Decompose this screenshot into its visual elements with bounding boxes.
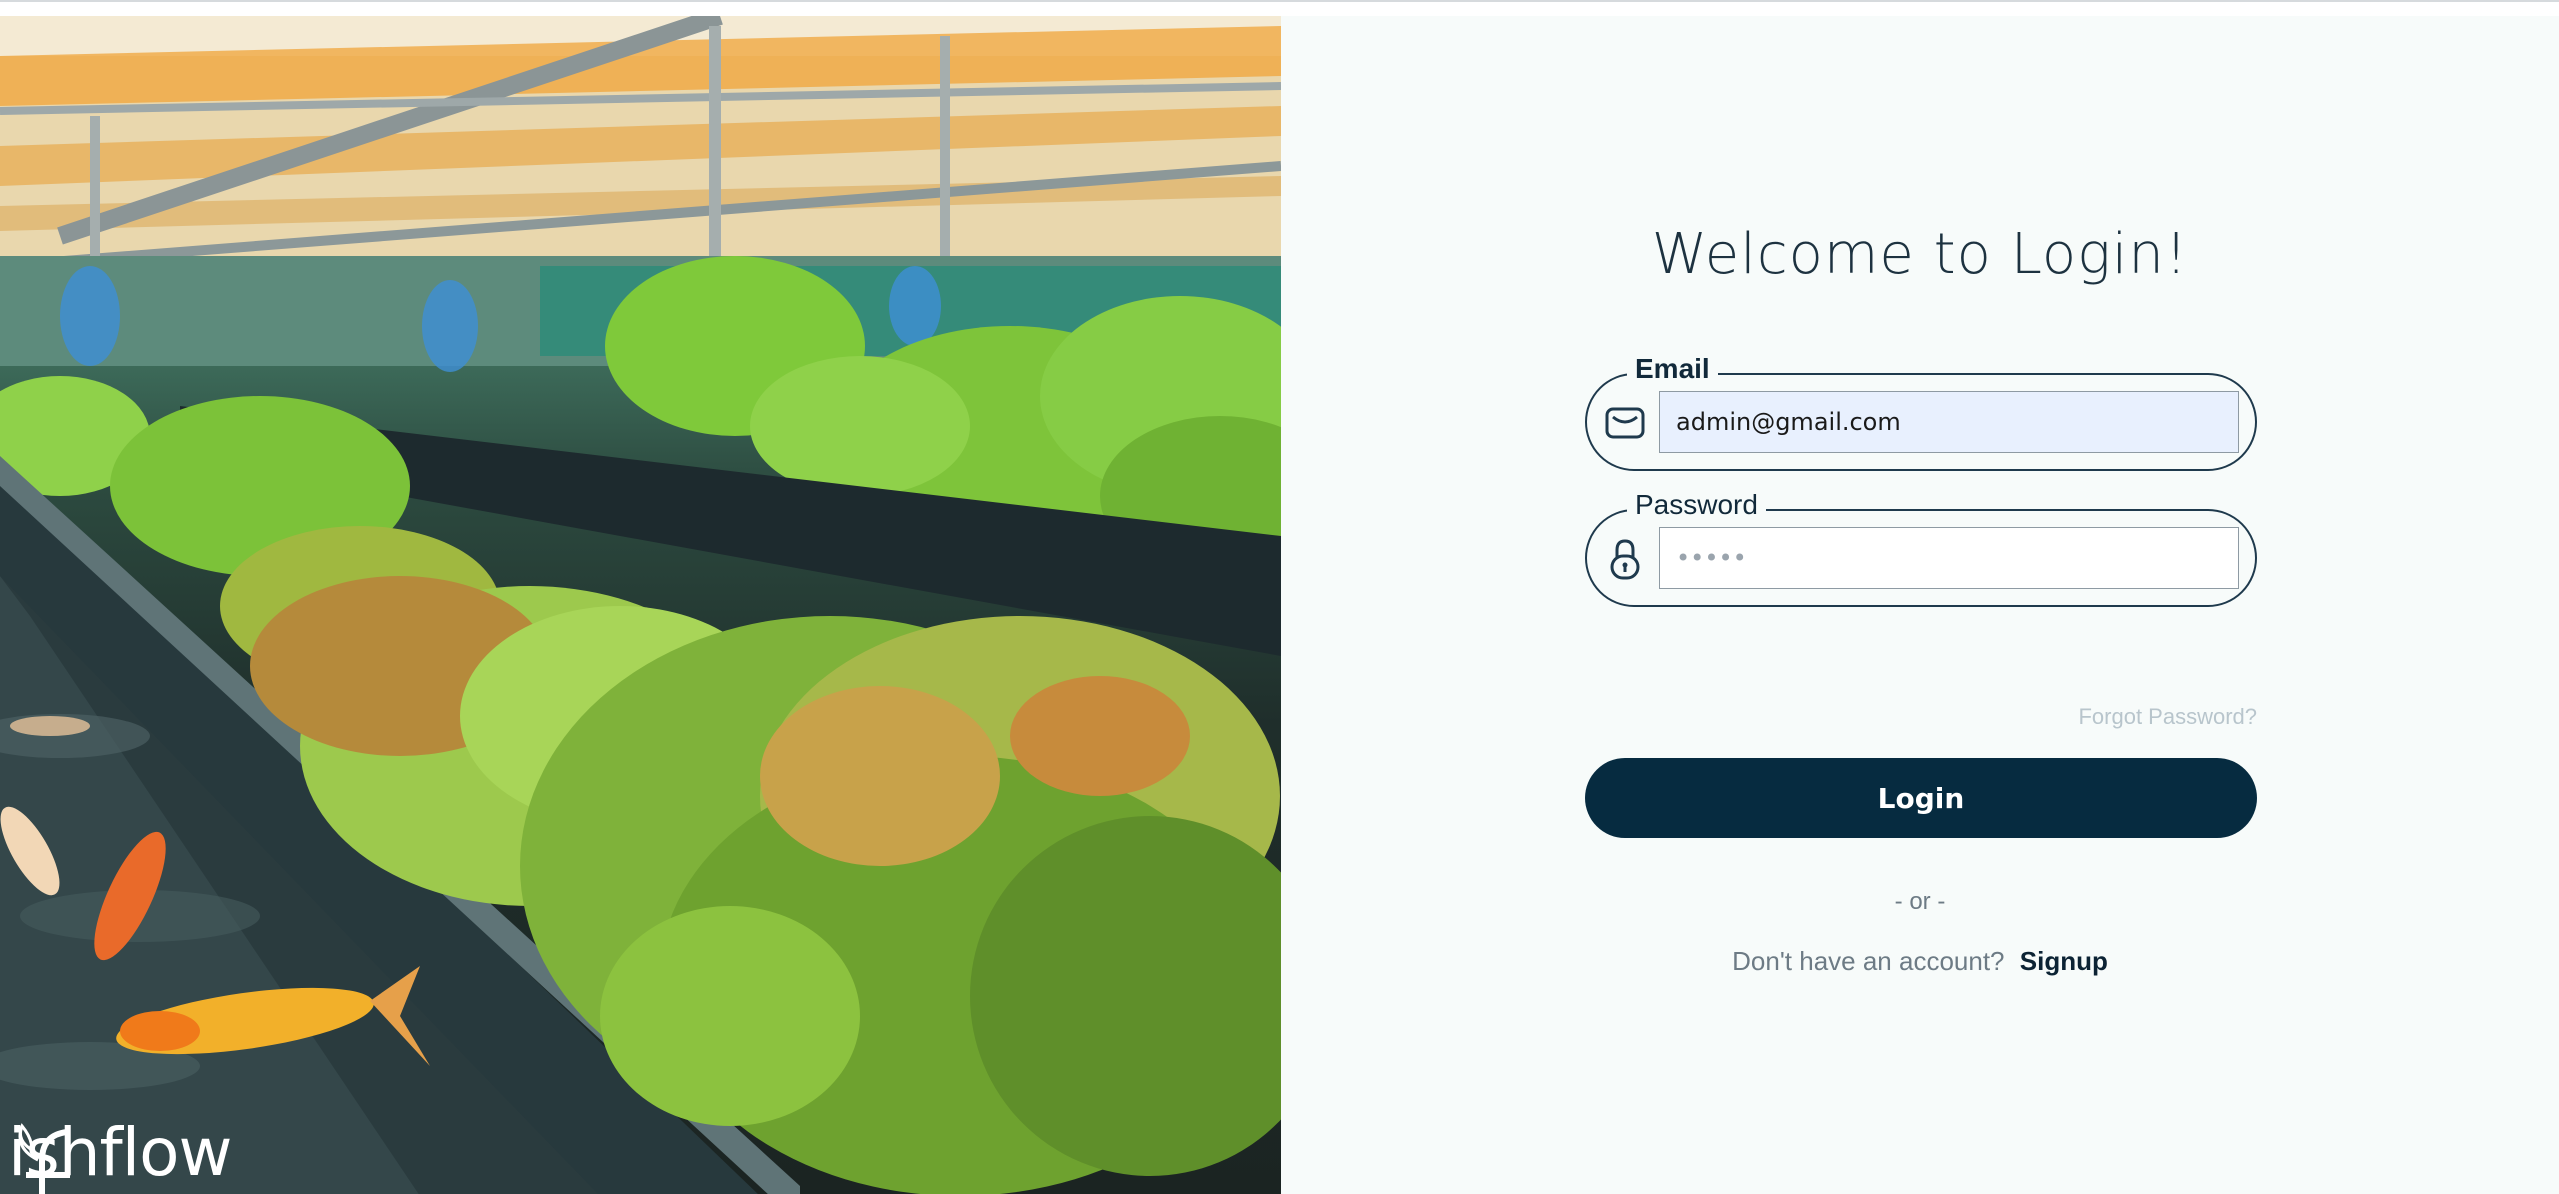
email-label: Email	[1627, 353, 1718, 385]
signup-prompt: Don't have an account?	[1732, 946, 2005, 976]
login-button[interactable]: Login	[1585, 758, 2257, 838]
login-page: ishflow Welcome to Login! Email Password	[0, 0, 2559, 1194]
password-fieldset: Password	[1585, 489, 2257, 607]
password-input[interactable]	[1659, 527, 2239, 589]
email-fieldset: Email	[1585, 353, 2257, 471]
hero-image: ishflow	[0, 16, 1281, 1194]
signup-row: Don't have an account? Signup	[1281, 946, 2559, 977]
fish-f-logo-icon	[18, 1123, 70, 1194]
forgot-password-link[interactable]: Forgot Password?	[1585, 704, 2257, 730]
padlock-icon	[1610, 539, 1640, 580]
aquaponics-scene	[0, 16, 1281, 1194]
signup-link[interactable]: Signup	[2020, 946, 2108, 976]
or-separator: - or -	[1894, 888, 1946, 915]
envelope-icon	[1605, 407, 1645, 439]
login-panel: Welcome to Login! Email Password Forgot …	[1281, 16, 2559, 1194]
password-label: Password	[1627, 489, 1766, 521]
page-title: Welcome to Login!	[1651, 222, 2189, 287]
email-input[interactable]	[1659, 391, 2239, 453]
fishflow-logo: ishflow	[8, 1120, 232, 1194]
